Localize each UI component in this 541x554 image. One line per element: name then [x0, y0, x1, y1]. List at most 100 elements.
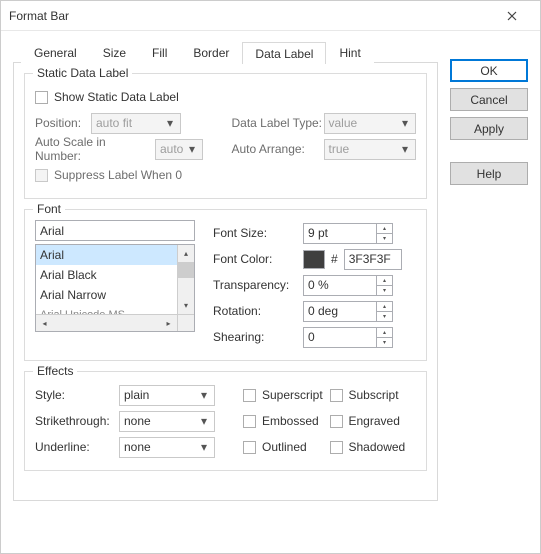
button-column: OK Cancel Apply Help [450, 41, 528, 541]
ok-button[interactable]: OK [450, 59, 528, 82]
group-title-font: Font [33, 202, 65, 216]
rotation-label: Rotation: [213, 304, 303, 318]
chevron-down-icon: ▾ [196, 386, 212, 405]
static-data-label-group: Static Data Label Show Static Data Label… [24, 73, 427, 199]
suppress-label: Suppress Label When 0 [54, 168, 182, 182]
close-button[interactable] [492, 2, 532, 30]
font-list-item[interactable]: Arial Black [36, 265, 194, 285]
hash-symbol: # [329, 252, 340, 266]
spin-up-icon[interactable]: ▴ [377, 224, 392, 234]
strikethrough-label: Strikethrough: [35, 414, 119, 428]
scroll-down-icon[interactable]: ▾ [178, 297, 194, 314]
outlined-label: Outlined [262, 440, 307, 454]
data-label-type-combo[interactable]: value ▾ [324, 113, 417, 134]
horizontal-scrollbar[interactable]: ◂ ▸ [36, 314, 194, 331]
style-value: plain [124, 388, 149, 402]
tab-hint[interactable]: Hint [326, 42, 373, 64]
tab-general[interactable]: General [21, 42, 90, 64]
embossed-checkbox[interactable] [243, 415, 256, 428]
font-family-list[interactable]: Arial Arial Black Arial Narrow Arial Uni… [35, 244, 195, 332]
chevron-down-icon: ▾ [162, 114, 178, 133]
spin-up-icon[interactable]: ▴ [377, 276, 392, 286]
shadowed-checkbox[interactable] [330, 441, 343, 454]
tab-border[interactable]: Border [180, 42, 242, 64]
shadowed-label: Shadowed [349, 440, 406, 454]
superscript-label: Superscript [262, 388, 323, 402]
data-label-type-label: Data Label Type: [232, 116, 324, 130]
autoarrange-value: true [329, 142, 350, 156]
font-color-hex-input[interactable]: 3F3F3F [344, 249, 402, 270]
rotation-spinner[interactable]: 0 deg ▴▾ [303, 301, 393, 322]
position-combo[interactable]: auto fit ▾ [91, 113, 181, 134]
engraved-checkbox[interactable] [330, 415, 343, 428]
apply-button[interactable]: Apply [450, 117, 528, 140]
spin-up-icon[interactable]: ▴ [377, 328, 392, 338]
shearing-label: Shearing: [213, 330, 303, 344]
font-family-value: Arial [40, 224, 64, 238]
spin-down-icon[interactable]: ▾ [377, 234, 392, 243]
strikethrough-value: none [124, 414, 151, 428]
chevron-down-icon: ▾ [397, 114, 413, 133]
outlined-checkbox[interactable] [243, 441, 256, 454]
tab-fill[interactable]: Fill [139, 42, 180, 64]
suppress-checkbox [35, 169, 48, 182]
style-label: Style: [35, 388, 119, 402]
transparency-label: Transparency: [213, 278, 303, 292]
scroll-left-icon[interactable]: ◂ [36, 315, 53, 331]
transparency-spinner[interactable]: 0 % ▴▾ [303, 275, 393, 296]
spin-up-icon[interactable]: ▴ [377, 302, 392, 312]
cancel-button[interactable]: Cancel [450, 88, 528, 111]
show-static-checkbox[interactable] [35, 91, 48, 104]
font-size-value: 9 pt [304, 226, 376, 240]
shearing-value: 0 [304, 330, 376, 344]
tab-panel: Static Data Label Show Static Data Label… [13, 63, 438, 501]
strikethrough-combo[interactable]: none ▾ [119, 411, 215, 432]
dialog-window: Format Bar General Size Fill Border Data… [0, 0, 541, 554]
scrollbar-thumb[interactable] [178, 262, 194, 278]
font-size-spinner[interactable]: 9 pt ▴▾ [303, 223, 393, 244]
font-color-hex-value: 3F3F3F [349, 252, 391, 266]
spin-down-icon[interactable]: ▾ [377, 286, 392, 295]
style-combo[interactable]: plain ▾ [119, 385, 215, 406]
chevron-down-icon: ▾ [184, 140, 200, 159]
help-button[interactable]: Help [450, 162, 528, 185]
underline-combo[interactable]: none ▾ [119, 437, 215, 458]
title-bar: Format Bar [1, 1, 540, 31]
shearing-spinner[interactable]: 0 ▴▾ [303, 327, 393, 348]
dialog-body: General Size Fill Border Data Label Hint… [1, 31, 540, 553]
autoarrange-combo[interactable]: true ▾ [324, 139, 417, 160]
position-value: auto fit [96, 116, 132, 130]
tab-container: General Size Fill Border Data Label Hint… [13, 41, 438, 501]
underline-value: none [124, 440, 151, 454]
superscript-checkbox[interactable] [243, 389, 256, 402]
font-color-swatch[interactable] [303, 250, 325, 269]
font-list-item[interactable]: Arial [36, 245, 194, 265]
autoarrange-label: Auto Arrange: [232, 142, 324, 156]
font-list-item[interactable]: Arial Narrow [36, 285, 194, 305]
font-color-label: Font Color: [213, 252, 303, 266]
data-label-type-value: value [329, 116, 358, 130]
tab-size[interactable]: Size [90, 42, 139, 64]
engraved-label: Engraved [349, 414, 400, 428]
tab-data-label[interactable]: Data Label [242, 42, 326, 64]
underline-label: Underline: [35, 440, 119, 454]
subscript-checkbox[interactable] [330, 389, 343, 402]
font-size-label: Font Size: [213, 226, 303, 240]
scroll-right-icon[interactable]: ▸ [160, 315, 177, 331]
spin-down-icon[interactable]: ▾ [377, 312, 392, 321]
autoscale-combo[interactable]: auto ▾ [155, 139, 203, 160]
embossed-label: Embossed [262, 414, 319, 428]
font-family-input[interactable]: Arial [35, 220, 195, 241]
transparency-value: 0 % [304, 278, 376, 292]
scroll-up-icon[interactable]: ▴ [178, 245, 194, 262]
vertical-scrollbar[interactable]: ▴ ▾ [177, 245, 194, 314]
tab-strip: General Size Fill Border Data Label Hint [13, 41, 438, 63]
chevron-down-icon: ▾ [397, 140, 413, 159]
subscript-label: Subscript [349, 388, 399, 402]
spin-down-icon[interactable]: ▾ [377, 338, 392, 347]
rotation-value: 0 deg [304, 304, 376, 318]
autoscale-value: auto [160, 142, 183, 156]
font-group: Font Arial Arial Arial Black Arial Narro… [24, 209, 427, 361]
show-static-label: Show Static Data Label [54, 90, 179, 104]
chevron-down-icon: ▾ [196, 412, 212, 431]
